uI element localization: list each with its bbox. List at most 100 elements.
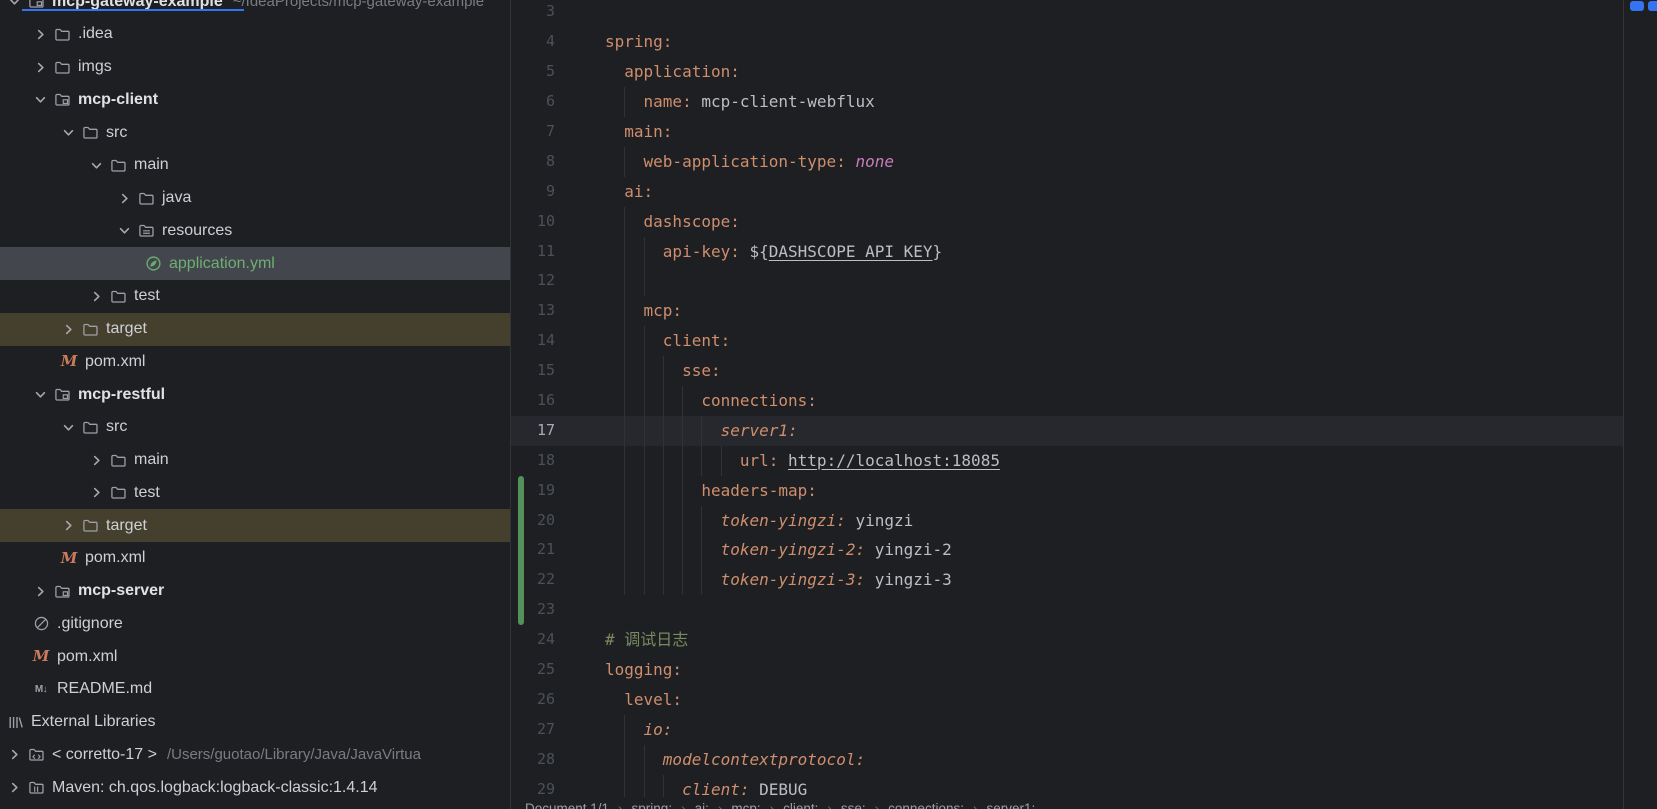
tree-item-mcp-client[interactable]: mcp-client <box>0 84 510 117</box>
chevron-expanded-icon[interactable] <box>6 0 23 10</box>
line-number[interactable]: 3 <box>511 0 555 27</box>
breadcrumb-item[interactable]: connections: <box>888 801 964 809</box>
tree-item-application-yml[interactable]: application.yml <box>0 247 510 280</box>
code-line-27[interactable]: 27 io: <box>511 714 1623 745</box>
code-line-19[interactable]: 19 headers-map: <box>511 475 1623 506</box>
tree-item-external-libraries[interactable]: External Libraries <box>0 706 510 739</box>
code-line-16[interactable]: 16 connections: <box>511 385 1623 416</box>
tree-item-mcp-server[interactable]: mcp-server <box>0 575 510 608</box>
line-number[interactable]: 17 <box>511 416 555 446</box>
chevron-collapsed-icon[interactable] <box>88 484 105 501</box>
line-number[interactable]: 7 <box>511 117 555 147</box>
chevron-expanded-icon[interactable] <box>60 419 77 436</box>
code-line-5[interactable]: 5 application: <box>511 57 1623 87</box>
breadcrumb-item[interactable]: mcp: <box>731 801 760 809</box>
tree-item-maven-ch-qos-logback-logback-classic-1-4-14[interactable]: Maven: ch.qos.logback:logback-classic:1.… <box>0 771 510 804</box>
code-line-12[interactable]: 12 <box>511 266 1623 297</box>
line-number[interactable]: 5 <box>511 57 555 87</box>
code-line-10[interactable]: 10 dashscope: <box>511 206 1623 237</box>
code-line-25[interactable]: 25 logging: <box>511 655 1623 685</box>
tree-item-target[interactable]: target <box>0 509 510 542</box>
line-number[interactable]: 8 <box>511 147 555 177</box>
chevron-collapsed-icon[interactable] <box>32 59 49 76</box>
chevron-collapsed-icon[interactable] <box>116 190 133 207</box>
line-number[interactable]: 25 <box>511 655 555 685</box>
chevron-collapsed-icon[interactable] <box>32 26 49 43</box>
chevron-expanded-icon[interactable] <box>88 157 105 174</box>
code-line-7[interactable]: 7 main: <box>511 117 1623 147</box>
line-number[interactable]: 9 <box>511 177 555 207</box>
line-number[interactable]: 26 <box>511 685 555 715</box>
code-line-15[interactable]: 15 sse: <box>511 356 1623 386</box>
breadcrumb-item[interactable]: ai: <box>695 801 709 809</box>
topbar-blue-button-2[interactable] <box>1648 1 1657 11</box>
code-line-18[interactable]: 18 url: http://localhost:18085 <box>511 445 1623 476</box>
tree-item-mcp-restful[interactable]: mcp-restful <box>0 378 510 411</box>
code-line-17[interactable]: 17 server1: <box>511 415 1623 446</box>
chevron-collapsed-icon[interactable] <box>6 746 23 763</box>
breadcrumb-item[interactable]: spring: <box>632 801 673 809</box>
line-number[interactable]: 18 <box>511 446 555 476</box>
tree-item-imgs[interactable]: imgs <box>0 51 510 84</box>
tree-item-src[interactable]: src <box>0 411 510 444</box>
code-line-20[interactable]: 20 token-yingzi: yingzi <box>511 505 1623 536</box>
tree-item-pom-xml[interactable]: Mpom.xml <box>0 640 510 673</box>
tree-item-main[interactable]: main <box>0 149 510 182</box>
tree-item-main[interactable]: main <box>0 444 510 477</box>
code-line-26[interactable]: 26 level: <box>511 685 1623 715</box>
tree-item-src[interactable]: src <box>0 116 510 149</box>
tree-item-java[interactable]: java <box>0 182 510 215</box>
tree-item-test[interactable]: test <box>0 280 510 313</box>
tree-item-pom-xml[interactable]: Mpom.xml <box>0 346 510 379</box>
line-number[interactable]: 16 <box>511 386 555 416</box>
chevron-expanded-icon[interactable] <box>60 124 77 141</box>
tree-item-idea[interactable]: .idea <box>0 18 510 51</box>
code-line-3[interactable]: 3 <box>511 0 1623 27</box>
line-number[interactable]: 13 <box>511 296 555 326</box>
tree-item-target[interactable]: target <box>0 312 510 346</box>
line-number[interactable]: 14 <box>511 326 555 356</box>
code-area[interactable]: 3 4 spring: 5 application: 6 name: mcp-client-… <box>511 0 1623 805</box>
breadcrumb-item[interactable]: server1: <box>986 801 1035 809</box>
line-number[interactable]: 15 <box>511 356 555 386</box>
code-line-14[interactable]: 14 client: <box>511 326 1623 357</box>
chevron-collapsed-icon[interactable] <box>88 288 105 305</box>
line-number[interactable]: 12 <box>511 266 555 296</box>
code-line-28[interactable]: 28 modelcontextprotocol: <box>511 744 1623 775</box>
code-line-9[interactable]: 9 ai: <box>511 177 1623 207</box>
breadcrumb-item[interactable]: sse: <box>841 801 866 809</box>
line-number[interactable]: 6 <box>511 87 555 117</box>
tree-item-resources[interactable]: resources <box>0 215 510 248</box>
chevron-collapsed-icon[interactable] <box>88 452 105 469</box>
chevron-collapsed-icon[interactable] <box>60 321 77 338</box>
chevron-expanded-icon[interactable] <box>32 91 49 108</box>
line-number[interactable]: 27 <box>511 715 555 745</box>
tree-item-test[interactable]: test <box>0 477 510 510</box>
tree-item-corretto-17[interactable]: < corretto-17 > /Users/guotao/Library/Jav… <box>0 739 510 772</box>
line-number[interactable]: 28 <box>511 745 555 775</box>
line-number[interactable]: 4 <box>511 27 555 57</box>
code-line-22[interactable]: 22 token-yingzi-3: yingzi-3 <box>511 565 1623 596</box>
tree-item-pom-xml[interactable]: Mpom.xml <box>0 542 510 575</box>
code-line-8[interactable]: 8 web-application-type: none <box>511 146 1623 177</box>
chevron-expanded-icon[interactable] <box>32 386 49 403</box>
breadcrumb-item[interactable]: client: <box>783 801 818 809</box>
code-line-13[interactable]: 13 mcp: <box>511 296 1623 327</box>
tree-item-readme-md[interactable]: M↓ README.md <box>0 673 510 706</box>
line-number[interactable]: 10 <box>511 207 555 237</box>
chevron-collapsed-icon[interactable] <box>32 583 49 600</box>
line-number[interactable]: 24 <box>511 625 555 655</box>
tree-item-gitignore[interactable]: .gitignore <box>0 608 510 641</box>
topbar-blue-button-1[interactable] <box>1630 1 1644 11</box>
editor-panel[interactable]: 3 4 spring: 5 application: 6 name: mcp-client-… <box>511 0 1623 809</box>
chevron-collapsed-icon[interactable] <box>60 517 77 534</box>
chevron-collapsed-icon[interactable] <box>6 779 23 796</box>
code-line-4[interactable]: 4 spring: <box>511 27 1623 57</box>
code-line-23[interactable]: 23 <box>511 595 1623 625</box>
code-line-24[interactable]: 24 # 调试日志 <box>511 625 1623 655</box>
line-number[interactable]: 11 <box>511 237 555 267</box>
code-line-21[interactable]: 21 token-yingzi-2: yingzi-2 <box>511 535 1623 566</box>
code-line-6[interactable]: 6 name: mcp-client-webflux <box>511 87 1623 117</box>
chevron-expanded-icon[interactable] <box>116 222 133 239</box>
code-line-11[interactable]: 11 api-key: ${DASHSCOPE_API_KEY} <box>511 236 1623 267</box>
